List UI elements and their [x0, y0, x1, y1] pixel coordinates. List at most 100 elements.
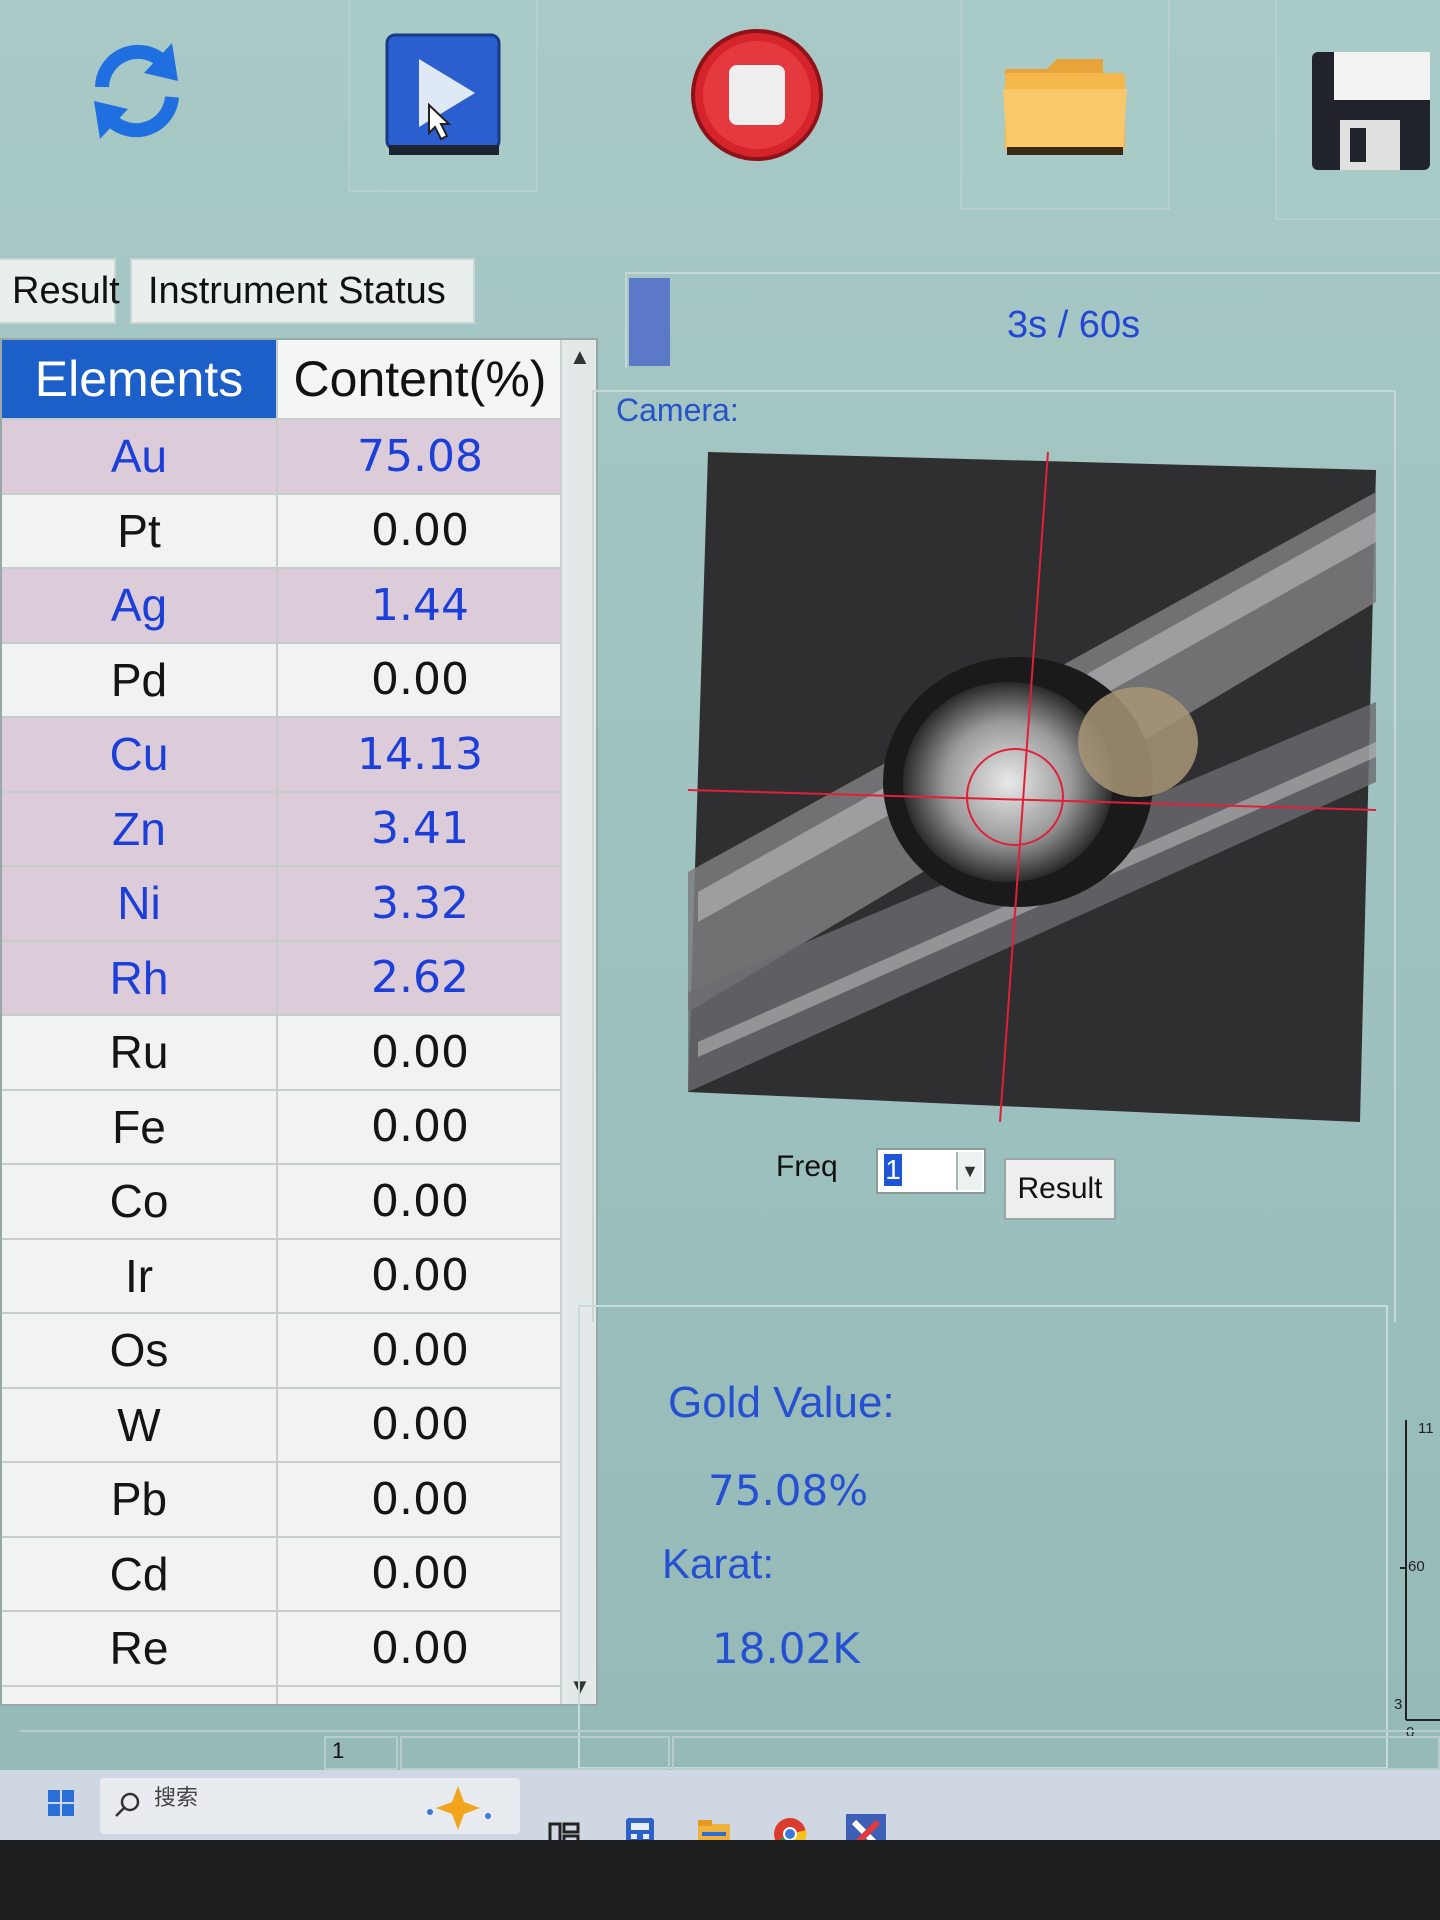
table-row[interactable]: W 0.00	[2, 1386, 562, 1462]
progress-text: 3s / 60s	[1007, 304, 1141, 346]
element-symbol: Pb	[2, 1461, 277, 1537]
element-content: 0.00	[276, 1610, 562, 1686]
element-content: 0.00	[276, 492, 562, 568]
element-symbol: Zn	[2, 790, 277, 866]
element-symbol: Rh	[2, 939, 277, 1015]
element-content: 0.00	[276, 1163, 562, 1239]
element-content: 0.00	[276, 641, 562, 717]
element-content: 0.00	[276, 1684, 562, 1704]
search-placeholder: 搜索	[154, 1785, 199, 1810]
search-icon	[115, 1792, 140, 1817]
gold-value-panel	[578, 1305, 1388, 1769]
element-content: 0.00	[276, 1461, 562, 1537]
freq-label: Freq	[776, 1150, 838, 1183]
karat-label: Karat:	[662, 1540, 775, 1587]
column-header-elements[interactable]: Elements	[2, 340, 277, 419]
element-symbol: Au	[2, 418, 277, 494]
floppy-disk-icon	[1312, 52, 1430, 170]
measurement-progress: 3s / 60s	[625, 272, 1440, 368]
element-content: 3.32	[276, 865, 562, 941]
element-symbol: Cd	[2, 1535, 277, 1611]
table-row[interactable]: Ni 3.32	[2, 865, 562, 941]
start-button[interactable]	[348, 0, 538, 192]
element-content: 0.00	[276, 1237, 562, 1313]
element-symbol: Cu	[2, 716, 277, 792]
chart-tick-label: 11	[1418, 1420, 1434, 1437]
status-bar: 1	[20, 1730, 1440, 1772]
scroll-up-icon[interactable]: ▲	[569, 344, 591, 370]
table-row[interactable]: Ru 0.00	[2, 1014, 562, 1090]
table-row[interactable]: Pt 0.00	[2, 492, 562, 568]
element-content: 1.44	[276, 567, 562, 643]
element-content: 0.00	[276, 1014, 562, 1090]
side-chart: 11 60 3 0	[1348, 1400, 1440, 1760]
table-row[interactable]: Cu 14.13	[2, 716, 562, 792]
gold-value-label: Gold Value:	[668, 1378, 895, 1427]
table-row[interactable]: Cd 0.00	[2, 1535, 562, 1611]
table-row[interactable]: Rh 2.62	[2, 939, 562, 1015]
element-symbol: Ru	[2, 1014, 277, 1090]
windows-start-icon[interactable]	[48, 1790, 74, 1816]
element-symbol: W	[2, 1386, 277, 1462]
table-row[interactable]: Ir 0.00	[2, 1237, 562, 1313]
camera-view[interactable]	[687, 451, 1377, 1123]
element-symbol: In	[2, 1684, 277, 1704]
status-cell	[400, 1736, 670, 1770]
table-row[interactable]: Os 0.00	[2, 1312, 562, 1388]
tab-instrument-status[interactable]: Instrument Status	[130, 258, 475, 324]
result-button[interactable]: Result	[1004, 1158, 1116, 1220]
element-symbol: Ag	[2, 567, 277, 643]
app-window: Result Instrument Status Elements Conten…	[0, 0, 1440, 1920]
table-row[interactable]: Re 0.00	[2, 1610, 562, 1686]
status-cell	[672, 1736, 1440, 1770]
monitor-bezel	[0, 1840, 1440, 1920]
table-row[interactable]: Au 75.08	[2, 418, 562, 494]
element-content: 2.62	[276, 939, 562, 1015]
element-content: 0.00	[276, 1312, 562, 1388]
folder-icon	[1003, 59, 1127, 155]
table-row[interactable]: Zn 3.41	[2, 790, 562, 866]
stop-button[interactable]	[660, 0, 854, 192]
save-button[interactable]	[1275, 0, 1440, 220]
element-symbol: Pt	[2, 492, 277, 568]
table-row[interactable]: Pd 0.00	[2, 641, 562, 717]
element-content: 14.13	[276, 716, 562, 792]
element-symbol: Re	[2, 1610, 277, 1686]
toolbar	[0, 0, 1440, 225]
element-table: Elements Content(%) Au 75.08 Pt 0.00 Ag 1.44 P…	[0, 338, 598, 1706]
element-content: 75.08	[276, 418, 562, 494]
element-symbol: Ni	[2, 865, 277, 941]
table-row[interactable]: Pb 0.00	[2, 1461, 562, 1537]
sparkle-icon	[427, 1786, 491, 1830]
element-symbol: Os	[2, 1312, 277, 1388]
element-symbol: Co	[2, 1163, 277, 1239]
chart-tick-label: 3	[1394, 1696, 1403, 1713]
status-page: 1	[324, 1736, 398, 1770]
chart-tick-label: 60	[1408, 1558, 1425, 1575]
tab-result[interactable]: Result	[0, 258, 120, 324]
gold-value: 75.08%	[708, 1466, 869, 1515]
element-content: 0.00	[276, 1535, 562, 1611]
table-row[interactable]: Ag 1.44	[2, 567, 562, 643]
element-content: 0.00	[276, 1386, 562, 1462]
element-symbol: Pd	[2, 641, 277, 717]
table-row[interactable]: In0.00	[2, 1684, 562, 1704]
progress-fill	[629, 278, 670, 366]
column-header-content[interactable]: Content(%)	[276, 340, 562, 419]
freq-select[interactable]: 1 ▼	[876, 1148, 986, 1194]
chevron-down-icon[interactable]: ▼	[956, 1152, 982, 1190]
element-symbol: Ir	[2, 1237, 277, 1313]
element-content: 0.00	[276, 1088, 562, 1164]
play-icon	[385, 33, 501, 155]
stop-icon	[691, 29, 823, 161]
table-row[interactable]: Co 0.00	[2, 1163, 562, 1239]
refresh-button[interactable]	[60, 0, 214, 182]
element-content: 3.41	[276, 790, 562, 866]
karat-value: 18.02K	[712, 1624, 860, 1673]
refresh-icon	[94, 43, 179, 139]
table-row[interactable]: Fe 0.00	[2, 1088, 562, 1164]
element-symbol: Fe	[2, 1088, 277, 1164]
open-button[interactable]	[960, 0, 1170, 210]
freq-value: 1	[884, 1154, 902, 1186]
camera-label: Camera:	[610, 392, 745, 429]
